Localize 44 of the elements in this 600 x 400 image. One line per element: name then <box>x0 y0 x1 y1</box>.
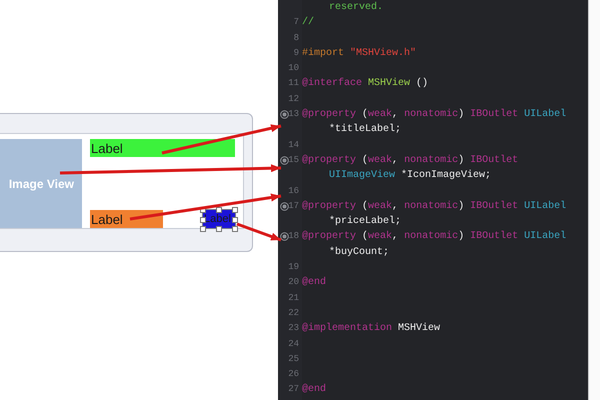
line-number: 13 <box>288 108 299 122</box>
code-line: reserved. <box>328 0 384 15</box>
label-view[interactable]: Label <box>90 139 235 157</box>
line-number: 18 <box>288 230 299 244</box>
code-line: // <box>302 16 314 30</box>
code-editor[interactable] <box>278 0 588 400</box>
code-line: UIImageView *IconImageView; <box>328 168 492 184</box>
line-number: 22 <box>288 306 299 320</box>
line-number: 20 <box>288 276 299 290</box>
line-number: 23 <box>288 322 299 336</box>
code-line: @property (weak, nonatomic) IBOutlet UILabel <box>302 200 566 214</box>
line-number: 24 <box>288 338 299 351</box>
code-line: *buyCount; <box>328 246 390 260</box>
outlet-connection-icon[interactable] <box>280 156 289 165</box>
connection-arrow <box>236 222 282 242</box>
line-number: 10 <box>288 62 299 76</box>
line-number: 12 <box>288 92 299 106</box>
code-line: @interface MSHView () <box>302 76 428 92</box>
line-number: 9 <box>294 46 299 60</box>
line-number: 11 <box>288 77 299 90</box>
code-line: @end <box>302 276 326 290</box>
outlet-connection-icon[interactable] <box>280 110 289 120</box>
code-line: @implementation MSHView <box>302 322 440 336</box>
line-number: 15 <box>288 154 299 167</box>
code-line: @property (weak, nonatomic) IBOutlet UILabel <box>302 230 566 244</box>
line-number: 25 <box>288 352 299 366</box>
line-number: 16 <box>288 184 299 198</box>
line-number: 26 <box>288 368 299 382</box>
line-number: 21 <box>288 292 299 305</box>
line-number: 7 <box>294 16 299 30</box>
code-line: #import "MSHView.h" <box>302 46 416 61</box>
outlet-connection-icon[interactable] <box>280 202 289 211</box>
label-view[interactable]: Label <box>90 210 163 228</box>
line-number: 27 <box>288 383 299 396</box>
code-line: *titleLabel; <box>328 122 402 138</box>
code-line: *priceLabel; <box>328 214 402 230</box>
line-number: 17 <box>288 200 299 213</box>
code-line: @property (weak, nonatomic) IBOutlet <box>302 154 518 168</box>
outlet-connection-icon[interactable] <box>280 232 289 242</box>
line-number: 19 <box>288 261 299 274</box>
code-line: @end <box>302 382 326 398</box>
code-line: @property (weak, nonatomic) IBOutlet UILabel <box>302 108 566 122</box>
line-number: 14 <box>288 138 299 152</box>
line-number: 8 <box>294 32 299 45</box>
